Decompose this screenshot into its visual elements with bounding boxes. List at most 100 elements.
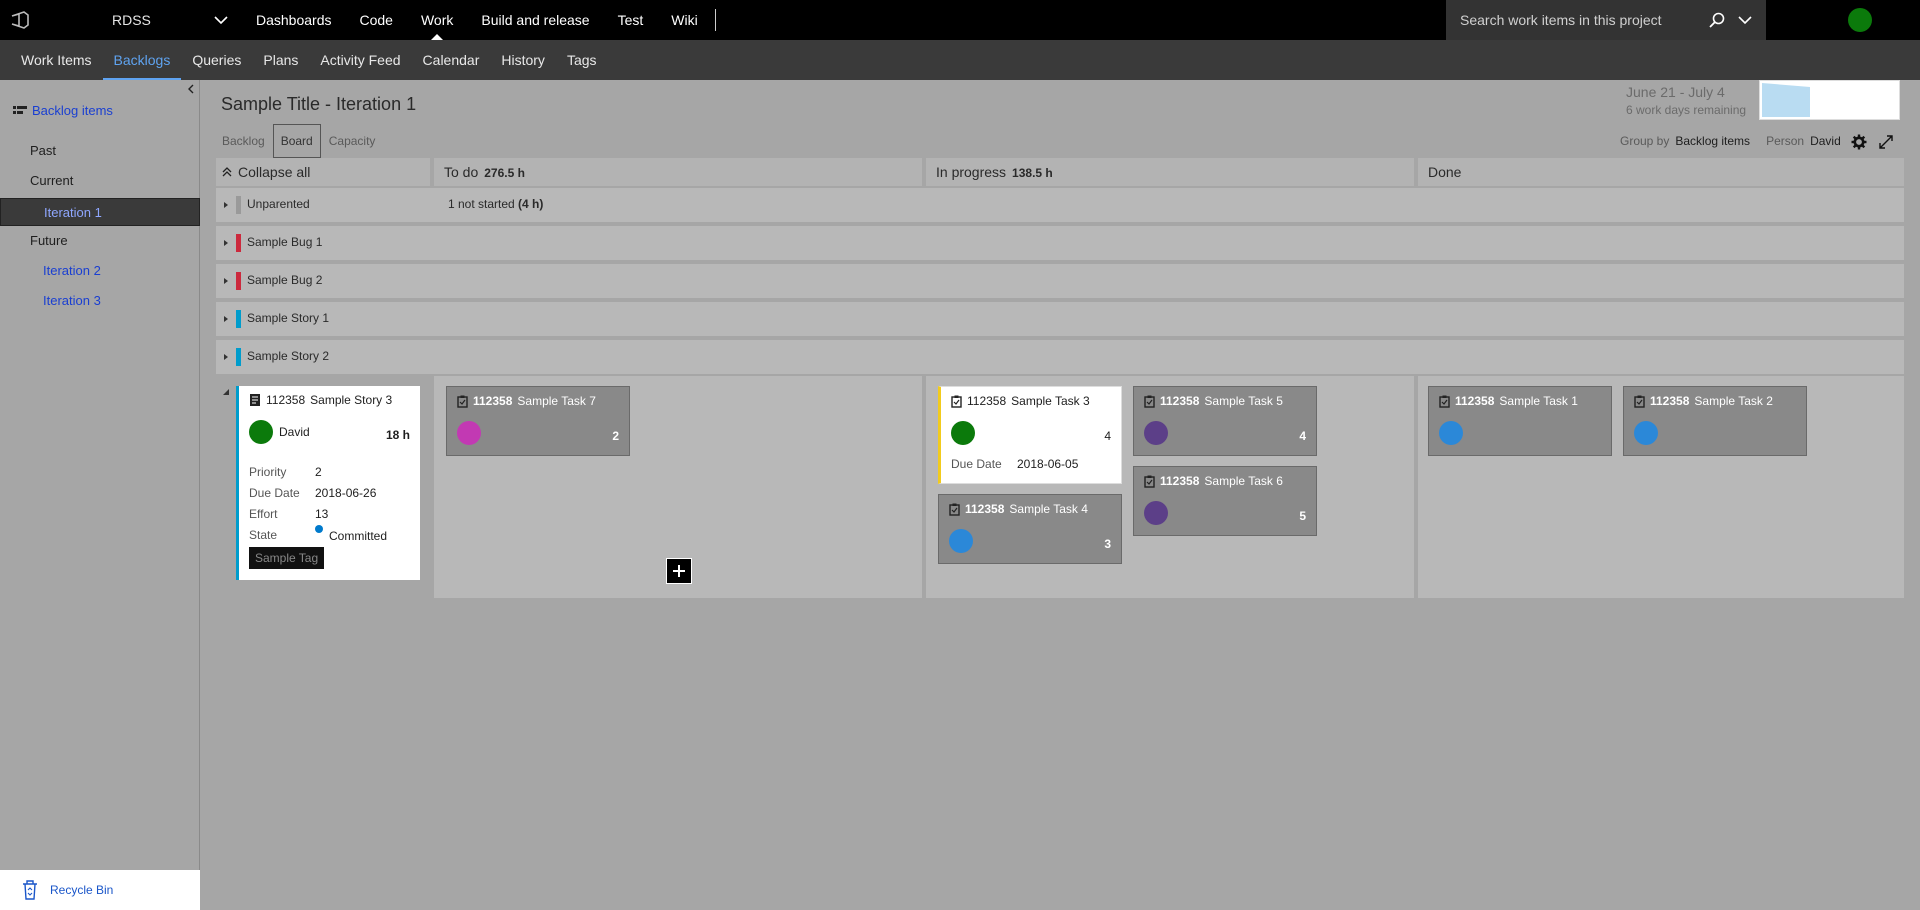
- row-color-bar: [236, 310, 241, 328]
- nav-work[interactable]: Work: [407, 0, 467, 40]
- card-title[interactable]: Sample Task 6: [1204, 474, 1283, 488]
- avatar[interactable]: [951, 421, 975, 445]
- pivot-board[interactable]: Board: [272, 124, 321, 158]
- recycle-bin-link[interactable]: Recycle Bin: [0, 870, 200, 910]
- group-by-dropdown[interactable]: Backlog items: [1675, 134, 1750, 148]
- board-row-sample-story-2[interactable]: Sample Story 2: [216, 340, 1904, 374]
- expand-row-icon[interactable]: [222, 315, 230, 323]
- search-icon[interactable]: [1708, 11, 1726, 29]
- board-row-sample-bug-2[interactable]: Sample Bug 2: [216, 264, 1904, 298]
- nav-wiki[interactable]: Wiki: [657, 0, 711, 40]
- column-headers: Collapse all To do 276.5 h In progress 138…: [216, 158, 1904, 186]
- sidebar-item-iteration-3[interactable]: Iteration 3: [43, 293, 101, 308]
- subnav-activity-feed[interactable]: Activity Feed: [309, 40, 411, 80]
- card-estimate[interactable]: 4: [1299, 429, 1306, 443]
- column-header-todo: To do 276.5 h: [434, 158, 922, 186]
- avatar[interactable]: [1634, 421, 1658, 445]
- board-row-sample-story-1[interactable]: Sample Story 1: [216, 302, 1904, 336]
- expand-row-icon[interactable]: [222, 239, 230, 247]
- card-title[interactable]: Sample Task 7: [517, 394, 596, 408]
- task-card-sample-task-6[interactable]: 112358 Sample Task 6 5: [1133, 466, 1317, 536]
- backlog-items-label: Backlog items: [32, 103, 113, 118]
- chevron-down-icon[interactable]: [212, 12, 230, 28]
- due-date-value[interactable]: 2018-06-05: [1017, 457, 1078, 471]
- expand-row-icon[interactable]: [222, 201, 230, 209]
- field-value[interactable]: Committed: [329, 529, 387, 543]
- card-title[interactable]: Sample Story 3: [310, 393, 392, 407]
- avatar[interactable]: [949, 529, 973, 553]
- work-days-remaining: 6 work days remaining: [1626, 103, 1747, 117]
- person-dropdown[interactable]: David: [1810, 134, 1841, 148]
- field-value[interactable]: 2: [315, 465, 322, 479]
- card-estimate[interactable]: 2: [612, 429, 619, 443]
- collapse-all-button[interactable]: Collapse all: [216, 158, 430, 186]
- subnav-work-items[interactable]: Work Items: [10, 40, 103, 80]
- card-title[interactable]: Sample Task 3: [1011, 394, 1090, 408]
- card-title[interactable]: Sample Task 5: [1204, 394, 1283, 408]
- task-card-sample-task-1[interactable]: 112358 Sample Task 1: [1428, 386, 1612, 456]
- avatar[interactable]: [1439, 421, 1463, 445]
- nav-test[interactable]: Test: [604, 0, 658, 40]
- board-row-sample-bug-1[interactable]: Sample Bug 1: [216, 226, 1904, 260]
- sidebar-item-iteration-1[interactable]: Iteration 1: [0, 198, 200, 226]
- nav-build-and-release[interactable]: Build and release: [467, 0, 603, 40]
- avatar[interactable]: [1144, 421, 1168, 445]
- board-pivots: Backlog Board Capacity: [214, 124, 383, 158]
- burndown-chart-graphic: [1762, 83, 1810, 117]
- field-value[interactable]: 13: [315, 507, 328, 521]
- card-header: 112358 Sample Task 6: [1144, 474, 1288, 488]
- sprint-dates: June 21 - July 4: [1626, 84, 1725, 100]
- vsts-logo-icon[interactable]: [10, 11, 30, 29]
- nav-dashboards[interactable]: Dashboards: [242, 0, 346, 40]
- task-card-sample-task-5[interactable]: 112358 Sample Task 5 4: [1133, 386, 1317, 456]
- sidebar-item-iteration-2[interactable]: Iteration 2: [43, 263, 101, 278]
- task-card-sample-task-3[interactable]: 112358 Sample Task 3 4 Due Date 2018-06-…: [938, 386, 1122, 484]
- card-header: 112358 Sample Story 3: [249, 393, 397, 407]
- card-estimate[interactable]: 3: [1104, 537, 1111, 551]
- pivot-capacity[interactable]: Capacity: [321, 124, 384, 158]
- card-title[interactable]: Sample Task 2: [1694, 394, 1773, 408]
- collapse-row-icon[interactable]: [222, 388, 230, 396]
- nav-code[interactable]: Code: [346, 0, 407, 40]
- project-name[interactable]: RDSS: [112, 12, 151, 28]
- search-options-chevron-icon[interactable]: [1736, 12, 1754, 28]
- collapse-panel-chevron-icon[interactable]: [185, 83, 197, 95]
- expand-row-icon[interactable]: [222, 353, 230, 361]
- story-card[interactable]: 112358 Sample Story 3 David 18 h Priorit…: [236, 386, 420, 580]
- subnav-plans[interactable]: Plans: [252, 40, 309, 80]
- subnav-queries[interactable]: Queries: [181, 40, 252, 80]
- add-task-button[interactable]: [666, 558, 692, 584]
- card-id: 112358: [266, 393, 306, 407]
- subnav-tags[interactable]: Tags: [556, 40, 608, 80]
- card-title[interactable]: Sample Task 4: [1009, 502, 1088, 516]
- top-bar: RDSS Dashboards Code Work Build and rele…: [0, 0, 1920, 40]
- task-card-sample-task-7[interactable]: 112358 Sample Task 7 2: [446, 386, 630, 456]
- card-tag[interactable]: Sample Tag: [249, 547, 325, 569]
- user-avatar[interactable]: [1848, 8, 1872, 32]
- avatar[interactable]: [457, 421, 481, 445]
- subnav-backlogs[interactable]: Backlogs: [102, 40, 182, 80]
- backlog-items-link[interactable]: Backlog items: [13, 103, 113, 118]
- field-value[interactable]: 2018-06-26: [315, 486, 376, 500]
- burndown-chart[interactable]: [1759, 80, 1900, 120]
- subnav-history[interactable]: History: [490, 40, 556, 80]
- group-by-label: Group by: [1620, 134, 1670, 148]
- card-title[interactable]: Sample Task 1: [1499, 394, 1578, 408]
- card-owner[interactable]: David: [279, 425, 310, 439]
- subnav-calendar[interactable]: Calendar: [412, 40, 491, 80]
- card-estimate[interactable]: 5: [1299, 509, 1306, 523]
- search-input[interactable]: [1460, 8, 1700, 32]
- column-header-in-progress: In progress 138.5 h: [926, 158, 1414, 186]
- card-estimate[interactable]: 4: [1104, 429, 1111, 443]
- card-header: 112358 Sample Task 7: [457, 394, 601, 408]
- full-screen-icon[interactable]: [1878, 134, 1894, 150]
- page-title: Sample Title - Iteration 1: [221, 94, 417, 114]
- board-row-unparented[interactable]: Unparented 1 not started (4 h): [216, 188, 1904, 222]
- gear-icon[interactable]: [1851, 134, 1867, 150]
- expand-row-icon[interactable]: [222, 277, 230, 285]
- avatar[interactable]: [1144, 501, 1168, 525]
- task-card-sample-task-4[interactable]: 112358 Sample Task 4 3: [938, 494, 1122, 564]
- past-label[interactable]: Past: [30, 143, 56, 158]
- task-card-sample-task-2[interactable]: 112358 Sample Task 2: [1623, 386, 1807, 456]
- pivot-backlog[interactable]: Backlog: [214, 124, 273, 158]
